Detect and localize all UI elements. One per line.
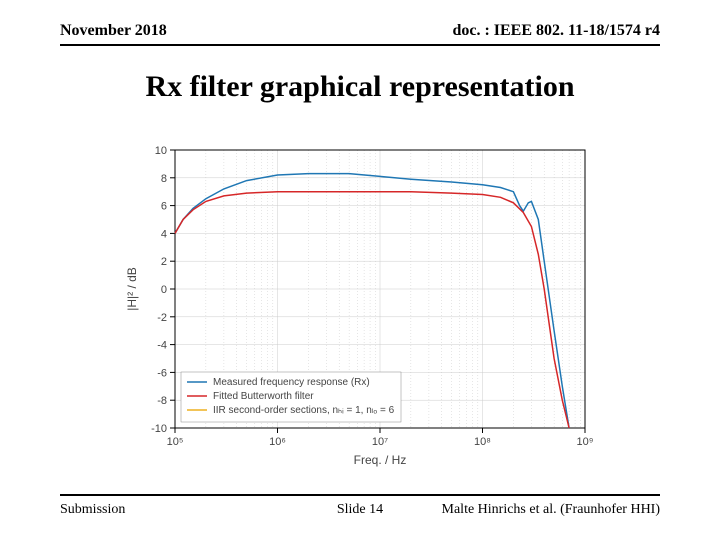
- svg-text:8: 8: [161, 173, 167, 185]
- svg-text:4: 4: [161, 228, 167, 240]
- svg-text:10⁹: 10⁹: [577, 436, 594, 448]
- svg-text:6: 6: [161, 201, 167, 213]
- chart: 10⁵ 10⁶ 10⁷ 10⁸ 10⁹ -10 -8 -6 -4 -2 0 2 4 6 8 10 Freq. /…: [120, 140, 600, 470]
- header-date: November 2018: [60, 22, 167, 40]
- svg-text:-4: -4: [157, 340, 167, 352]
- chart-svg: 10⁵ 10⁶ 10⁷ 10⁸ 10⁹ -10 -8 -6 -4 -2 0 2 4 6 8 10 Freq. /…: [120, 140, 600, 470]
- svg-text:Fitted Butterworth filter: Fitted Butterworth filter: [213, 391, 314, 402]
- svg-text:Measured frequency response (R: Measured frequency response (Rx): [213, 377, 370, 388]
- svg-text:-2: -2: [157, 312, 167, 324]
- svg-text:-6: -6: [157, 367, 167, 379]
- svg-text:-10: -10: [151, 423, 167, 435]
- footer-rule: [60, 494, 660, 496]
- svg-text:10⁷: 10⁷: [372, 436, 388, 448]
- svg-text:2: 2: [161, 256, 167, 268]
- svg-text:|H|² / dB: |H|² / dB: [125, 267, 139, 311]
- header-rule: [60, 44, 660, 46]
- header-doc: doc. : IEEE 802. 11-18/1574 r4: [452, 22, 660, 40]
- svg-text:IIR second-order sections, nₕᵢ: IIR second-order sections, nₕᵢ = 1, nₗₒ …: [213, 405, 395, 416]
- svg-text:Freq. / Hz: Freq. / Hz: [354, 453, 407, 467]
- footer: Submission Slide 14 Malte Hinrichs et al…: [60, 502, 660, 518]
- svg-text:10⁶: 10⁶: [269, 436, 286, 448]
- svg-text:10: 10: [155, 145, 167, 157]
- svg-text:10⁵: 10⁵: [167, 436, 184, 448]
- slide-title: Rx filter graphical representation: [0, 70, 720, 104]
- header: November 2018 doc. : IEEE 802. 11-18/157…: [60, 22, 660, 40]
- footer-center: Slide 14: [60, 502, 660, 518]
- svg-text:0: 0: [161, 284, 167, 296]
- svg-text:-8: -8: [157, 395, 167, 407]
- svg-text:10⁸: 10⁸: [474, 436, 491, 448]
